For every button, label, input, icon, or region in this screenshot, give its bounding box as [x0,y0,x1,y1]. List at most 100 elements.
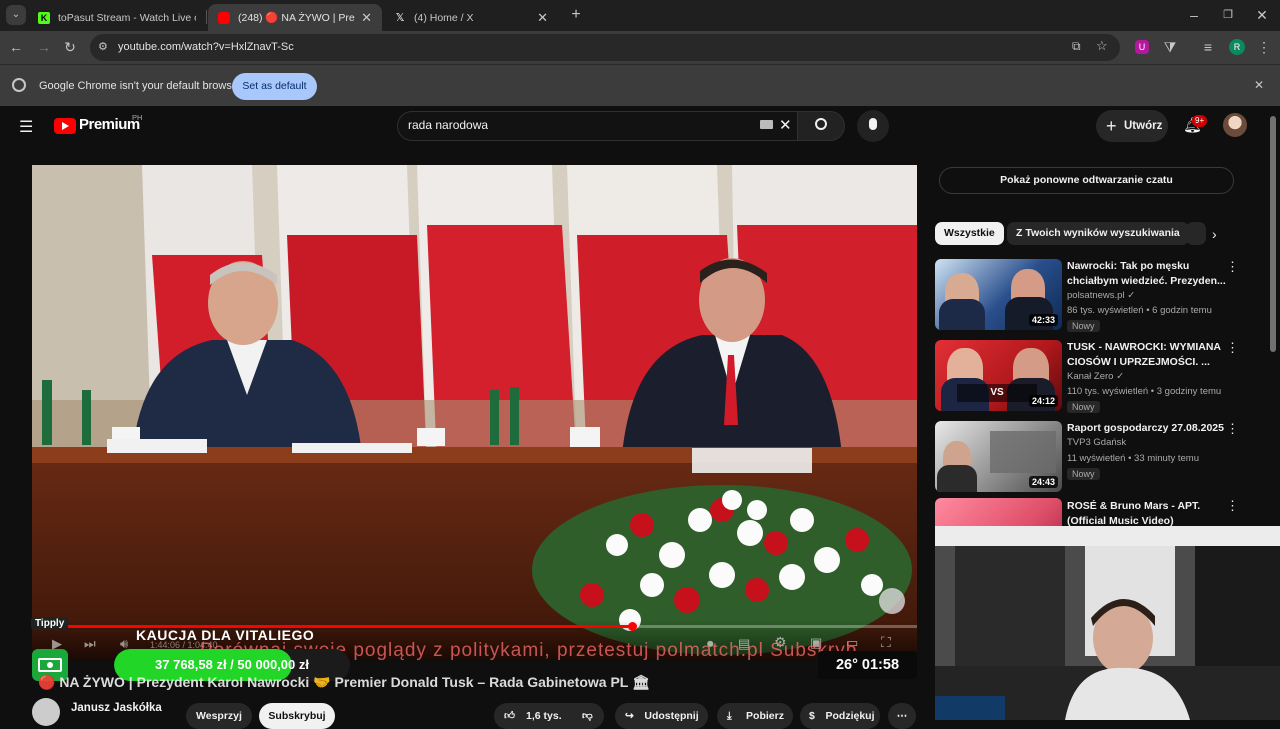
download-button[interactable]: ⤓ Pobierz [717,703,793,729]
chip-next-partial[interactable] [1186,222,1206,245]
site-info-icon[interactable]: ⚙ [98,40,108,53]
views-label: 86 tys. wyświetleń [1067,305,1144,316]
forward-icon[interactable]: → [34,37,54,57]
share-icon: ↪ [625,710,634,722]
download-icon: ⤓ [727,710,732,722]
plus-icon: + [1106,116,1117,136]
clear-search-icon[interactable]: ✕ [779,116,792,134]
youtube-favicon-icon [218,11,230,24]
more-options-icon[interactable]: ⋮ [1226,259,1239,275]
scrubber-handle[interactable] [628,622,637,631]
channel-label: Kanał Zero [1067,371,1114,382]
recommendation-title: TUSK - NAWROCKI: WYMIANA CIOSÓW I UPRZEJ… [1067,341,1221,368]
share-button[interactable]: ↪ Udostępnij [615,703,708,729]
chip-from-search[interactable]: Z Twoich wyników wyszukiwania [1007,222,1189,245]
dislike-icon[interactable]: 👎︎ [582,703,593,729]
video-thumbnail[interactable] [935,498,1062,528]
install-app-icon[interactable]: ⧉ [1072,39,1081,54]
address-bar[interactable]: ⚙ youtube.com/watch?v=HxlZnavT-Sc ⧉ ☆ [90,34,1120,61]
create-button[interactable]: + Utwórz [1096,110,1168,142]
close-tab-icon[interactable]: ✕ [537,10,548,26]
tab-kick[interactable]: K toPasut Stream - Watch Live on [28,4,206,31]
duration: 24:12 [1028,395,1058,407]
chips-next-arrow-icon[interactable]: › [1212,226,1217,242]
download-label: Pobierz [746,710,784,722]
minimize-icon[interactable]: – [1184,5,1204,25]
tab-youtube[interactable]: (248) 🔴 NA ŻYWO | Prezydent ✕ [208,4,382,31]
infobar-text: Google Chrome isn't your default browser [39,80,242,92]
weather-time: 26° 01:58 [818,651,917,679]
close-window-icon[interactable]: ✕ [1252,5,1272,25]
profile-avatar[interactable]: R [1229,39,1245,55]
reload-icon[interactable]: ↻ [60,37,80,57]
back-icon[interactable]: ← [6,37,26,57]
close-tab-icon[interactable]: ✕ [361,10,372,26]
recommendation-item[interactable]: VS 24:12 TUSK - NAWROCKI: WYMIANA CIOSÓW… [935,340,1239,415]
more-options-icon[interactable]: ⋮ [1226,340,1239,356]
chat-replay-button[interactable]: Pokaż ponowne odtwarzanie czatu [939,167,1234,194]
support-button[interactable]: Wesprzyj [186,703,252,729]
recommendation-item[interactable]: ROSÉ & Bruno Mars - APT. (Official Music… [935,498,1235,528]
tab-separator [206,10,207,24]
recommendation-channel: TVP3 Gdańsk [1067,437,1127,448]
more-options-icon[interactable]: ⋮ [1226,498,1235,514]
video-frame [32,165,917,660]
account-avatar[interactable] [1223,113,1247,137]
share-label: Udostępnij [644,710,699,722]
hamburger-menu-icon[interactable]: ☰ [19,117,33,137]
youtube-logo-text: Premium [79,116,140,133]
media-control-icon[interactable]: ≡ [1198,37,1218,57]
recommendation-meta: 11 wyświetleń • 33 minuty temu [1067,453,1199,464]
default-browser-infobar: Google Chrome isn't your default browser… [0,64,1280,106]
tab-x[interactable]: 𝕏 (4) Home / X ✕ [384,4,558,31]
more-actions-icon[interactable]: ⋯ [888,703,916,729]
video-player[interactable] [32,165,917,660]
subscribe-button[interactable]: Subskrybuj [259,703,335,729]
views-label: 110 tys. wyświetleń [1067,386,1149,397]
views-label: 11 wyświetleń [1067,453,1126,464]
recommendation-title: Nawrocki: Tak po męsku chciałbym wiedzie… [1067,260,1226,287]
keyboard-icon[interactable] [760,120,773,129]
video-progress-fill [32,625,632,628]
set-default-button[interactable]: Set as default [232,73,317,100]
close-infobar-icon[interactable]: ✕ [1254,78,1264,92]
extensions-puzzle-icon[interactable]: ⧩ [1160,37,1180,57]
recommendation-title: ROSÉ & Bruno Mars - APT. (Official Music… [1067,500,1201,527]
goal-title: KAUCJA DLA VITALIEGO [136,627,315,643]
youtube-logo-icon[interactable] [54,118,76,134]
video-thumbnail[interactable]: VS 24:12 [935,340,1062,411]
tab-search-button[interactable]: ⌄ [6,5,26,25]
like-icon[interactable]: 👍︎ [504,703,515,729]
chrome-menu-icon[interactable]: ⋮ [1254,37,1274,57]
channel-name[interactable]: Janusz Jaskółka [71,702,162,714]
chrome-logo-icon [12,78,26,92]
recommendation-item[interactable]: 42:33 Nawrocki: Tak po męsku chciałbym w… [935,259,1239,334]
create-label: Utwórz [1124,120,1163,132]
duration: 42:33 [1028,314,1058,326]
country-code: PH [132,113,143,122]
more-options-icon[interactable]: ⋮ [1226,421,1239,437]
url-text: youtube.com/watch?v=HxlZnavT-Sc [118,41,294,53]
page-scrollbar-thumb[interactable] [1270,116,1276,352]
search-input[interactable] [408,118,738,132]
bookmark-star-icon[interactable]: ☆ [1096,38,1108,54]
microphone-icon [869,118,877,130]
video-title: 🔴 NA ŻYWO | Prezydent Karol Nawrocki 🤝 P… [38,674,650,690]
thanks-button[interactable]: $ Podziękuj [800,703,880,729]
like-dislike-group[interactable]: 👍︎ 1,6 tys. 👎︎ [494,703,604,729]
extension-icon[interactable]: U [1135,40,1149,54]
kick-favicon-icon: K [38,11,50,24]
new-tab-icon[interactable]: + [566,5,586,25]
chip-all[interactable]: Wszystkie [935,222,1004,245]
tab-title: (248) 🔴 NA ŻYWO | Prezydent [238,12,355,24]
video-thumbnail[interactable]: 24:43 [935,421,1062,492]
age-label: 33 minuty temu [1134,453,1199,464]
search-button[interactable] [797,111,845,141]
recommendation-item[interactable]: 24:43 Raport gospodarczy 27.08.2025 TVP3… [935,421,1239,496]
voice-search-button[interactable] [857,110,889,142]
restore-icon[interactable]: ❐ [1218,5,1238,25]
channel-avatar[interactable] [32,698,60,726]
search-box[interactable]: ✕ [397,111,798,141]
video-thumbnail[interactable]: 42:33 [935,259,1062,330]
duration: 24:43 [1028,476,1058,488]
